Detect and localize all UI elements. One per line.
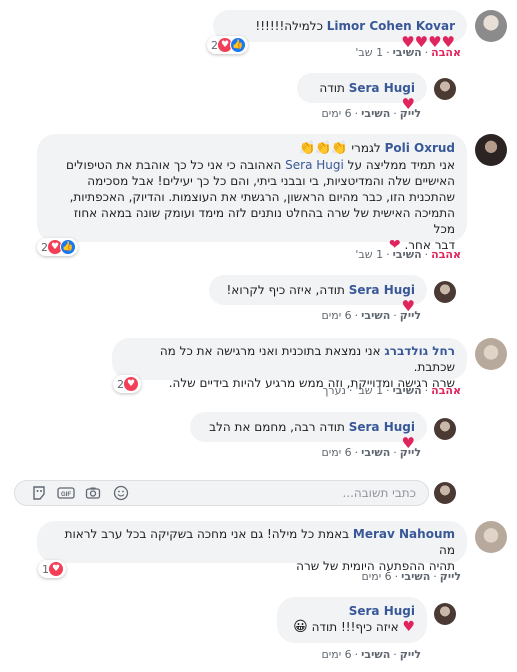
comment-header: Poli Oxrud לגמרי 👏👏👏: [49, 140, 455, 157]
comment-bubble: Sera Hugi ♥ איזה כיף!!! תודה 😀: [277, 597, 427, 643]
reply-button[interactable]: השיבי: [361, 648, 390, 661]
comment-bubble: Merav Nahoum באמת כל מילה! גם אני מחכה ב…: [37, 521, 467, 573]
comment-text: ♥ איזה כיף!!! תודה 😀: [293, 619, 415, 635]
reply-button[interactable]: השיבי: [393, 248, 422, 261]
comment-thread: Limor Cohen Kovar כלמילה!!!!!! ♥♥♥♥ 2 ♥ …: [0, 0, 517, 672]
comment-text-line: התמיכה האישית של שרה בהחלט נותנים לזה מי…: [73, 206, 455, 236]
svg-text:GIF: GIF: [61, 492, 71, 498]
heart-emoji: ♥: [402, 619, 415, 635]
comment-bubble: Sera Hugi תודה, איזה כיף לקרוא! ♥: [209, 275, 427, 314]
camera-icon[interactable]: [85, 485, 101, 501]
like-reaction-icon: 👍: [230, 37, 246, 53]
love-reaction-icon: ♥: [48, 561, 64, 577]
gif-icon[interactable]: GIF: [57, 485, 75, 501]
reply-button[interactable]: השיבי: [361, 309, 390, 322]
timestamp[interactable]: 1 שב': [355, 384, 383, 397]
timestamp[interactable]: 1 שב': [355, 46, 383, 59]
edited-label[interactable]: נערך: [322, 384, 345, 397]
timestamp[interactable]: 6 ימים: [321, 446, 351, 459]
reaction-count[interactable]: 1 ♥: [38, 560, 66, 578]
comment-actions: אהבה·השיבי·1 שב': [355, 248, 461, 261]
comment-author[interactable]: Sera Hugi: [349, 283, 415, 297]
comment-lead: לגמרי: [351, 141, 381, 155]
mention-link[interactable]: Sera Hugi: [285, 158, 344, 172]
reply-button[interactable]: השיבי: [361, 446, 390, 459]
reply-button[interactable]: השיבי: [401, 570, 430, 583]
comment-actions: אהבה·השיבי·1 שב'·נערך: [322, 384, 461, 397]
grin-emoji: 😀: [293, 619, 308, 635]
comment-author[interactable]: Sera Hugi: [349, 81, 415, 95]
comment-text: תודה: [319, 81, 345, 95]
love-reaction-icon: ♥: [123, 376, 139, 392]
like-button[interactable]: לייק: [400, 107, 421, 120]
reply-button[interactable]: השיבי: [393, 384, 422, 397]
reply-button[interactable]: השיבי: [361, 107, 390, 120]
comment-bubble: Limor Cohen Kovar כלמילה!!!!!! ♥♥♥♥: [213, 10, 467, 50]
smiley-icon[interactable]: [113, 485, 129, 501]
timestamp[interactable]: 6 ימים: [321, 309, 351, 322]
like-button[interactable]: לייק: [400, 648, 421, 661]
avatar[interactable]: [475, 338, 507, 370]
comment-actions: לייק·השיבי·6 ימים: [321, 648, 421, 661]
reaction-count[interactable]: 2 ♥: [113, 375, 141, 393]
reply-placeholder: כתבי תשובה...: [342, 486, 416, 500]
timestamp[interactable]: 6 ימים: [361, 570, 391, 583]
like-reaction-icon: 👍: [60, 239, 76, 255]
avatar[interactable]: [434, 281, 456, 303]
reaction-count[interactable]: 2 ♥ 👍: [37, 238, 78, 256]
like-button[interactable]: לייק: [400, 446, 421, 459]
comment-actions: לייק·השיבי·6 ימים: [321, 446, 421, 459]
love-button[interactable]: אהבה: [431, 46, 461, 59]
comment-bubble: Sera Hugi תודה ♥: [297, 73, 427, 112]
comment-author[interactable]: Poli Oxrud: [385, 141, 455, 155]
love-button[interactable]: אהבה: [431, 248, 461, 261]
comment-text-line: שהתכנית הזו, כבר מהיום הראשון, הרגשתי את…: [69, 190, 455, 204]
comment-author[interactable]: Limor Cohen Kovar: [327, 19, 455, 33]
avatar: [434, 482, 456, 504]
comment-text: תודה רבה, מחמם את הלב: [209, 420, 345, 434]
reply-input[interactable]: כתבי תשובה... GIF: [14, 480, 429, 506]
comment-actions: לייק·השיבי·6 ימים: [361, 570, 461, 583]
love-button[interactable]: אהבה: [431, 384, 461, 397]
comment-text: תודה, איזה כיף לקרוא!: [226, 283, 345, 297]
comment-actions: לייק·השיבי·6 ימים: [321, 107, 421, 120]
avatar[interactable]: [475, 134, 507, 166]
timestamp[interactable]: 6 ימים: [321, 648, 351, 661]
avatar[interactable]: [475, 521, 507, 553]
like-button[interactable]: לייק: [440, 570, 461, 583]
sticker-icon[interactable]: [31, 485, 47, 501]
timestamp[interactable]: 6 ימים: [321, 107, 351, 120]
comment-author[interactable]: Sera Hugi: [349, 420, 415, 434]
comment-bubble: רחל גולדברג אני נמצאת בתוכנית ואני מרגיש…: [112, 338, 467, 390]
comment-actions: אהבה·השיבי·1 שב': [355, 46, 461, 59]
comment-author[interactable]: Sera Hugi: [289, 603, 415, 619]
comment-author[interactable]: רחל גולדברג: [384, 344, 455, 358]
reaction-count[interactable]: 2 ♥ 👍: [207, 36, 248, 54]
reply-button[interactable]: השיבי: [393, 46, 422, 59]
comment-text: כלמילה!!!!!!: [255, 19, 323, 33]
like-button[interactable]: לייק: [400, 309, 421, 322]
avatar[interactable]: [475, 10, 507, 42]
comment-actions: לייק·השיבי·6 ימים: [321, 309, 421, 322]
avatar[interactable]: [434, 78, 456, 100]
comment-bubble: Poli Oxrud לגמרי 👏👏👏 אני תמיד ממליצה על …: [37, 134, 467, 253]
comment-bubble: Sera Hugi תודה רבה, מחמם את הלב ♥: [190, 412, 427, 451]
clap-emoji: 👏👏👏: [298, 141, 348, 156]
comment-text-line: האישיים שלה והמדיטציות, בי ובבני ביתי, ו…: [87, 174, 455, 188]
avatar[interactable]: [434, 418, 456, 440]
comment-text: אני תמיד ממליצה על Sera Hugi האהובה כי א…: [65, 158, 455, 172]
timestamp[interactable]: 1 שב': [355, 248, 383, 261]
comment-author[interactable]: Merav Nahoum: [353, 527, 455, 541]
avatar[interactable]: [434, 603, 456, 625]
